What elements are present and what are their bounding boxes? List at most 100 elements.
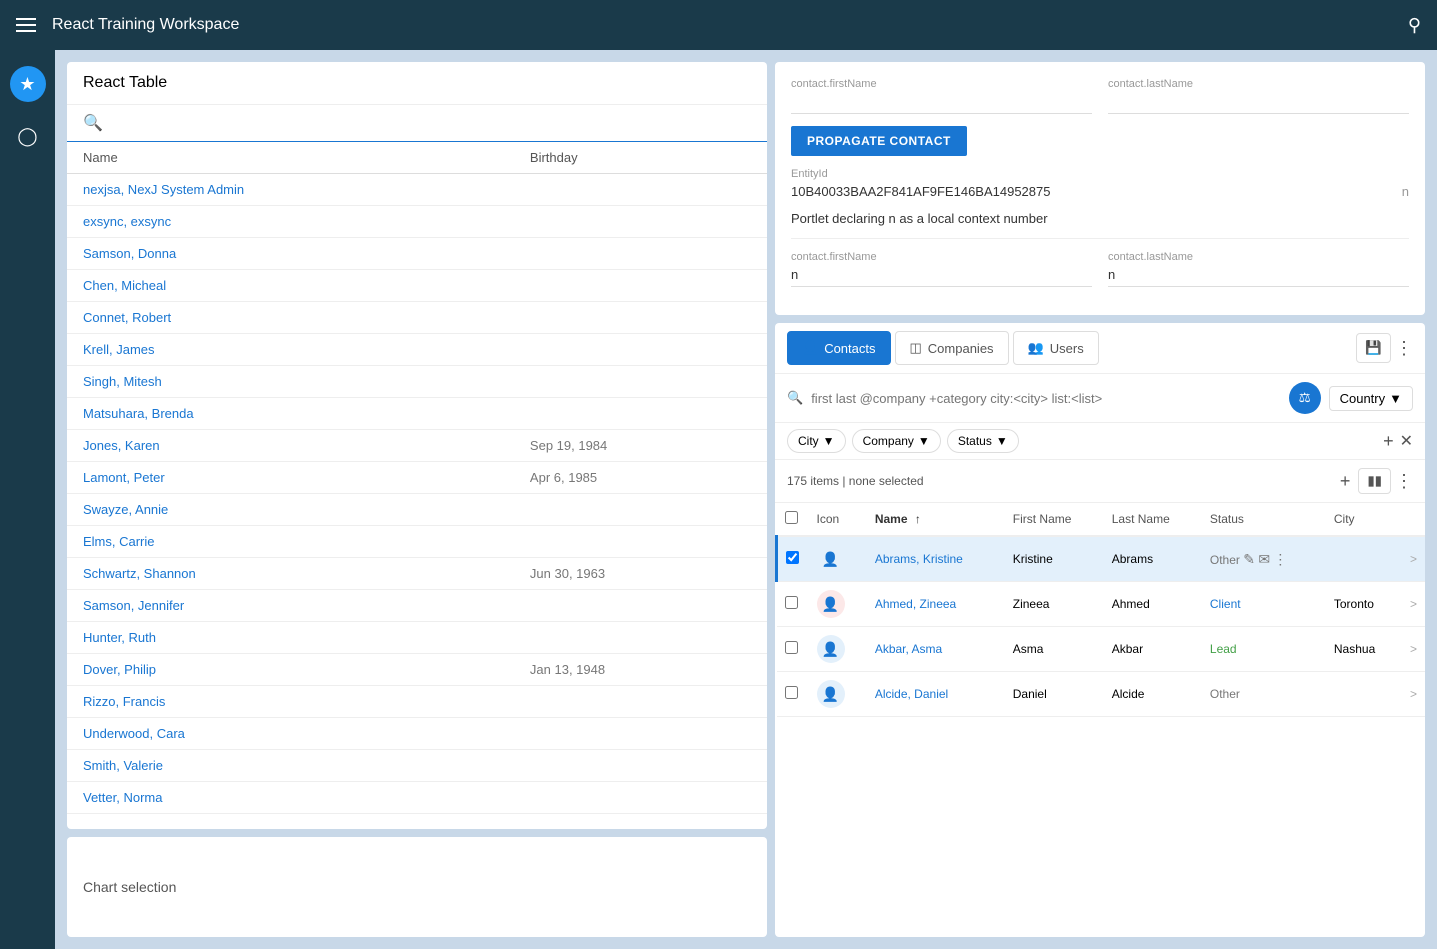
row-firstname-cell: Zineea [1005,582,1104,627]
firstname2-label: contact.firstName [791,251,1092,263]
row-checkbox[interactable] [785,641,798,654]
crm-status-text: 175 items | none selected [787,474,924,488]
row-checkbox[interactable] [786,551,799,564]
crm-table-row[interactable]: 👤 Abrams, Kristine Kristine Abrams Other… [777,536,1426,582]
table-row[interactable]: Schwartz, Shannon Jun 30, 1963 [67,558,767,590]
row-birthday [514,750,767,782]
crm-more-button[interactable]: ⋮ [1395,471,1413,492]
search-icon: 🔍 [83,113,103,133]
table-row[interactable]: Underwood, Cara [67,718,767,750]
country-dropdown[interactable]: Country ▼ [1329,386,1413,411]
row-name-cell: Abrams, Kristine [867,536,1005,582]
table-row[interactable]: exsync, exsync [67,206,767,238]
react-table-scroll[interactable]: Name Birthday nexjsa, NexJ System Admin … [67,142,767,829]
lastname2-value: n [1108,267,1409,287]
row-chevron-cell: > [1402,582,1425,627]
contacts-label: Contacts [824,341,875,356]
row-more-button[interactable]: ⋮ [1273,551,1287,568]
select-all-checkbox[interactable] [785,511,798,524]
global-search-button[interactable]: ⚲ [1408,15,1421,36]
table-row[interactable]: Samson, Donna [67,238,767,270]
table-row[interactable]: Connet, Robert [67,302,767,334]
row-birthday [514,334,767,366]
divider [791,238,1409,239]
crm-table-container[interactable]: Icon Name ↑ First Name Last Name Status … [775,503,1425,937]
crm-table-row[interactable]: 👤 Ahmed, Zineea Zineea Ahmed Client Toro… [777,582,1426,627]
row-lastname-cell: Abrams [1104,536,1202,582]
table-row[interactable]: Singh, Mitesh [67,366,767,398]
row-name: Samson, Donna [67,238,514,270]
row-name: Krell, James [67,334,514,366]
chip-status[interactable]: Status ▼ [947,429,1019,453]
chip-company[interactable]: Company ▼ [852,429,941,453]
left-sidebar: ★ ◯ [0,50,55,949]
table-row[interactable]: Rizzo, Francis [67,686,767,718]
hamburger-icon[interactable] [16,18,36,32]
users-icon: 👥 [1028,340,1044,356]
crm-table-row[interactable]: 👤 Akbar, Asma Asma Akbar Lead Nashua > [777,627,1426,672]
close-chips-button[interactable]: ✕ [1400,431,1413,451]
propagate-contact-button[interactable]: PROPAGATE CONTACT [791,126,967,156]
firstname-field: contact.firstName [791,78,1092,114]
row-birthday [514,686,767,718]
table-row[interactable]: Lamont, Peter Apr 6, 1985 [67,462,767,494]
col-status: Status [1202,503,1326,536]
lastname-value [1108,94,1409,114]
filter-button[interactable]: ⚖ [1289,382,1321,414]
lastname-label: contact.lastName [1108,78,1409,90]
table-row[interactable]: Dover, Philip Jan 13, 1948 [67,654,767,686]
row-status-cell: Other ✎ ✉ ⋮ [1202,536,1326,582]
tab-contacts[interactable]: 👤 Contacts [787,331,891,365]
col-name-label: Name [875,512,908,526]
table-row[interactable]: Matsuhara, Brenda [67,398,767,430]
table-row[interactable]: Jones, Karen Sep 19, 1984 [67,430,767,462]
more-options-button[interactable]: ⋮ [1395,338,1413,359]
crm-table-row[interactable]: 👤 Alcide, Daniel Daniel Alcide Other > [777,672,1426,717]
row-name: Dover, Philip [67,654,514,686]
status-badge: Lead [1210,642,1237,656]
table-row[interactable]: nexjsa, NexJ System Admin [67,174,767,206]
save-button[interactable]: 💾 [1356,333,1391,363]
row-name: exsync, exsync [67,206,514,238]
row-birthday [514,270,767,302]
crm-add-button[interactable]: + [1340,471,1351,492]
table-row[interactable]: Elms, Carrie [67,526,767,558]
contact-card: contact.firstName contact.lastName PROPA… [775,62,1425,315]
left-panel: React Table 🔍 Name Birthday nexjsa, NexJ… [67,62,767,937]
row-lastname-cell: Alcide [1104,672,1202,717]
row-lastname-cell: Akbar [1104,627,1202,672]
sidebar-icon-star[interactable]: ★ [10,66,46,102]
crm-chart-button[interactable]: ▮▮ [1358,468,1391,494]
row-birthday [514,590,767,622]
table-row[interactable]: Chen, Micheal [67,270,767,302]
row-name: nexjsa, NexJ System Admin [67,174,514,206]
row-name: Smith, Valerie [67,750,514,782]
row-icon-cell: 👤 [809,536,867,582]
row-name: Vetter, Norma [67,782,514,814]
row-checkbox[interactable] [785,596,798,609]
tab-users[interactable]: 👥 Users [1013,331,1099,365]
row-birthday [514,206,767,238]
app-title: React Training Workspace [52,16,239,34]
table-row[interactable]: Samson, Jennifer [67,590,767,622]
email-button[interactable]: ✉ [1258,551,1270,568]
sidebar-icon-person[interactable]: ◯ [10,118,46,154]
table-row[interactable]: Krell, James [67,334,767,366]
crm-data-table: Icon Name ↑ First Name Last Name Status … [775,503,1425,717]
row-name: Jones, Karen [67,430,514,462]
tab-companies[interactable]: ◫ Companies [895,331,1009,365]
edit-button[interactable]: ✎ [1243,551,1255,568]
crm-search-input[interactable] [811,391,1280,406]
table-row[interactable]: Smith, Valerie [67,750,767,782]
chip-city[interactable]: City ▼ [787,429,846,453]
col-name[interactable]: Name ↑ [867,503,1005,536]
row-checkbox-cell [777,672,809,717]
row-checkbox[interactable] [785,686,798,699]
add-chip-button[interactable]: + [1383,431,1394,452]
table-row[interactable]: Swayze, Annie [67,494,767,526]
row-birthday [514,366,767,398]
row-name: Rizzo, Francis [67,686,514,718]
react-table-search-input[interactable] [111,115,751,131]
table-row[interactable]: Hunter, Ruth [67,622,767,654]
table-row[interactable]: Vetter, Norma [67,782,767,814]
